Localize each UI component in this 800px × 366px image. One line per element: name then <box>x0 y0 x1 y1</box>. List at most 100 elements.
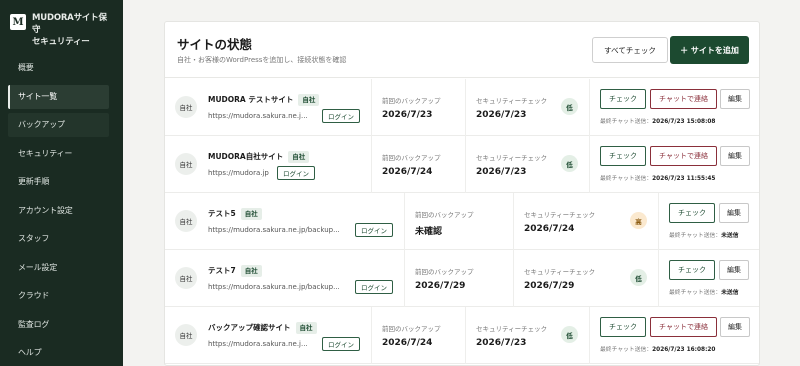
backup-label: 前回のバックアップ <box>415 268 474 276</box>
site-row: 自社 バックアップ確認サイト 自社 https://mudora.sakura.n… <box>165 307 759 364</box>
security-label: セキュリティーチェック <box>476 325 548 333</box>
divider <box>589 79 590 136</box>
last-chat-label: 最終チャット送信： <box>600 347 653 353</box>
backup-date: 2026/7/29 <box>415 281 466 291</box>
backup-label: 前回のバックアップ <box>382 154 441 162</box>
login-button[interactable]: ログイン <box>322 337 360 351</box>
divider <box>404 250 405 307</box>
sidebar-item-staff[interactable]: スタッフ <box>8 227 109 251</box>
sidebar-item-account[interactable]: アカウント設定 <box>8 199 109 223</box>
security-level-badge: 低 <box>561 98 578 115</box>
avatar: 自社 <box>175 324 197 346</box>
security-level-badge: 高 <box>630 212 647 229</box>
sidebar-item-backup[interactable]: バックアップ <box>8 113 109 137</box>
backup-label: 前回のバックアップ <box>382 325 441 333</box>
divider <box>465 307 466 364</box>
edit-button[interactable]: 編集 <box>719 203 749 223</box>
divider <box>513 193 514 250</box>
site-name: テスト5 自社 <box>208 208 262 220</box>
divider <box>658 193 659 250</box>
check-button[interactable]: チェック <box>600 146 646 166</box>
login-button[interactable]: ログイン <box>355 223 393 237</box>
site-url: https://mudora.sakura.ne.jp/backup... <box>208 226 340 234</box>
security-label: セキュリティーチェック <box>524 268 596 276</box>
brand-name: MUDORAサイト保守 セキュリティー <box>32 12 115 48</box>
security-date: 2026/7/24 <box>524 224 575 234</box>
login-button[interactable]: ログイン <box>322 109 360 123</box>
edit-button[interactable]: 編集 <box>720 146 750 166</box>
page-title: サイトの状態 <box>177 37 253 52</box>
security-date: 2026/7/23 <box>476 167 527 177</box>
sidebar-item-update[interactable]: 更新手順 <box>8 170 109 194</box>
sidebar-item-security[interactable]: セキュリティー <box>8 142 109 166</box>
site-url: https://mudora.sakura.ne.j... <box>208 112 308 120</box>
avatar: 自社 <box>175 210 197 232</box>
site-row: 自社 テスト7 自社 https://mudora.sakura.ne.jp/ba… <box>165 250 759 307</box>
avatar: 自社 <box>175 96 197 118</box>
security-label: セキュリティーチェック <box>524 211 596 219</box>
last-chat-time: 2026/7/23 11:55:45 <box>652 176 716 182</box>
last-chat-label: 最終チャット送信： <box>600 119 653 125</box>
sidebar-item-cloud[interactable]: クラウド <box>8 284 109 308</box>
divider <box>371 79 372 136</box>
divider <box>371 307 372 364</box>
last-chat-label: 最終チャット送信： <box>669 233 722 239</box>
sidebar-item-overview[interactable]: 概要 <box>8 56 109 80</box>
avatar: 自社 <box>175 267 197 289</box>
last-chat-meta: 最終チャット送信：2026/7/23 11:55:45 <box>600 173 715 182</box>
sidebar-nav: 概要 サイト一覧 バックアップ セキュリティー 更新手順 アカウント設定 スタッ… <box>0 56 123 365</box>
site-name-text: テスト7 <box>208 266 236 275</box>
divider <box>658 250 659 307</box>
check-button[interactable]: チェック <box>600 317 646 337</box>
site-url: https://mudora.jp <box>208 169 269 177</box>
site-row: 自社 MUDORA自社サイト 自社 https://mudora.jp ログイン … <box>165 136 759 193</box>
edit-button[interactable]: 編集 <box>720 317 750 337</box>
security-date: 2026/7/23 <box>476 338 527 348</box>
security-level-badge: 低 <box>630 269 647 286</box>
site-name: テスト7 自社 <box>208 265 262 277</box>
self-badge: 自社 <box>240 265 262 277</box>
backup-date: 2026/7/23 <box>382 110 433 120</box>
check-all-button[interactable]: すべてチェック <box>592 37 668 63</box>
security-date: 2026/7/29 <box>524 281 575 291</box>
sidebar: M MUDORAサイト保守 セキュリティー 概要 サイト一覧 バックアップ セキ… <box>0 0 123 366</box>
site-name-text: バックアップ確認サイト <box>208 323 291 332</box>
brand-line2: セキュリティー <box>32 37 90 47</box>
login-button[interactable]: ログイン <box>277 166 315 180</box>
brand[interactable]: M MUDORAサイト保守 セキュリティー <box>0 0 123 48</box>
sidebar-item-audit-log[interactable]: 監査ログ <box>8 313 109 337</box>
chat-button[interactable]: チャットで連絡 <box>650 317 717 337</box>
backup-date: 未確認 <box>415 227 443 237</box>
avatar: 自社 <box>175 153 197 175</box>
chat-button[interactable]: チャットで連絡 <box>650 146 717 166</box>
sidebar-item-help[interactable]: ヘルプ <box>8 341 109 365</box>
brand-line1: MUDORAサイト保守 <box>32 13 107 35</box>
divider <box>513 250 514 307</box>
backup-label: 前回のバックアップ <box>415 211 474 219</box>
check-button[interactable]: チェック <box>600 89 646 109</box>
edit-button[interactable]: 編集 <box>720 89 750 109</box>
security-date: 2026/7/23 <box>476 110 527 120</box>
divider <box>589 136 590 193</box>
site-row: 自社 MUDORA テストサイト 自社 https://mudora.sakura… <box>165 79 759 136</box>
login-button[interactable]: ログイン <box>355 280 393 294</box>
edit-button[interactable]: 編集 <box>719 260 749 280</box>
self-badge: 自社 <box>240 208 262 220</box>
last-chat-time: 未送信 <box>721 290 739 296</box>
site-name: バックアップ確認サイト 自社 <box>208 322 317 334</box>
chat-button[interactable]: チャットで連絡 <box>650 89 717 109</box>
sidebar-item-mail[interactable]: メール設定 <box>8 256 109 280</box>
security-level-badge: 低 <box>561 326 578 343</box>
sidebar-item-sites[interactable]: サイト一覧 <box>8 84 109 109</box>
security-level-badge: 低 <box>561 155 578 172</box>
site-name: MUDORA自社サイト 自社 <box>208 151 310 163</box>
site-name-text: テスト5 <box>208 209 236 218</box>
check-button[interactable]: チェック <box>669 203 715 223</box>
backup-date: 2026/7/24 <box>382 338 433 348</box>
site-url: https://mudora.sakura.ne.jp/backup... <box>208 283 340 291</box>
page-subtitle: 自社・お客様のWordPressを追加し、接続状態を確認 <box>177 56 347 64</box>
add-site-button[interactable]: ＋ サイトを追加 <box>670 36 749 64</box>
check-button[interactable]: チェック <box>669 260 715 280</box>
site-name-text: MUDORA自社サイト <box>208 152 284 161</box>
site-status-panel: サイトの状態 自社・お客様のWordPressを追加し、接続状態を確認 すべてチ… <box>164 21 760 366</box>
